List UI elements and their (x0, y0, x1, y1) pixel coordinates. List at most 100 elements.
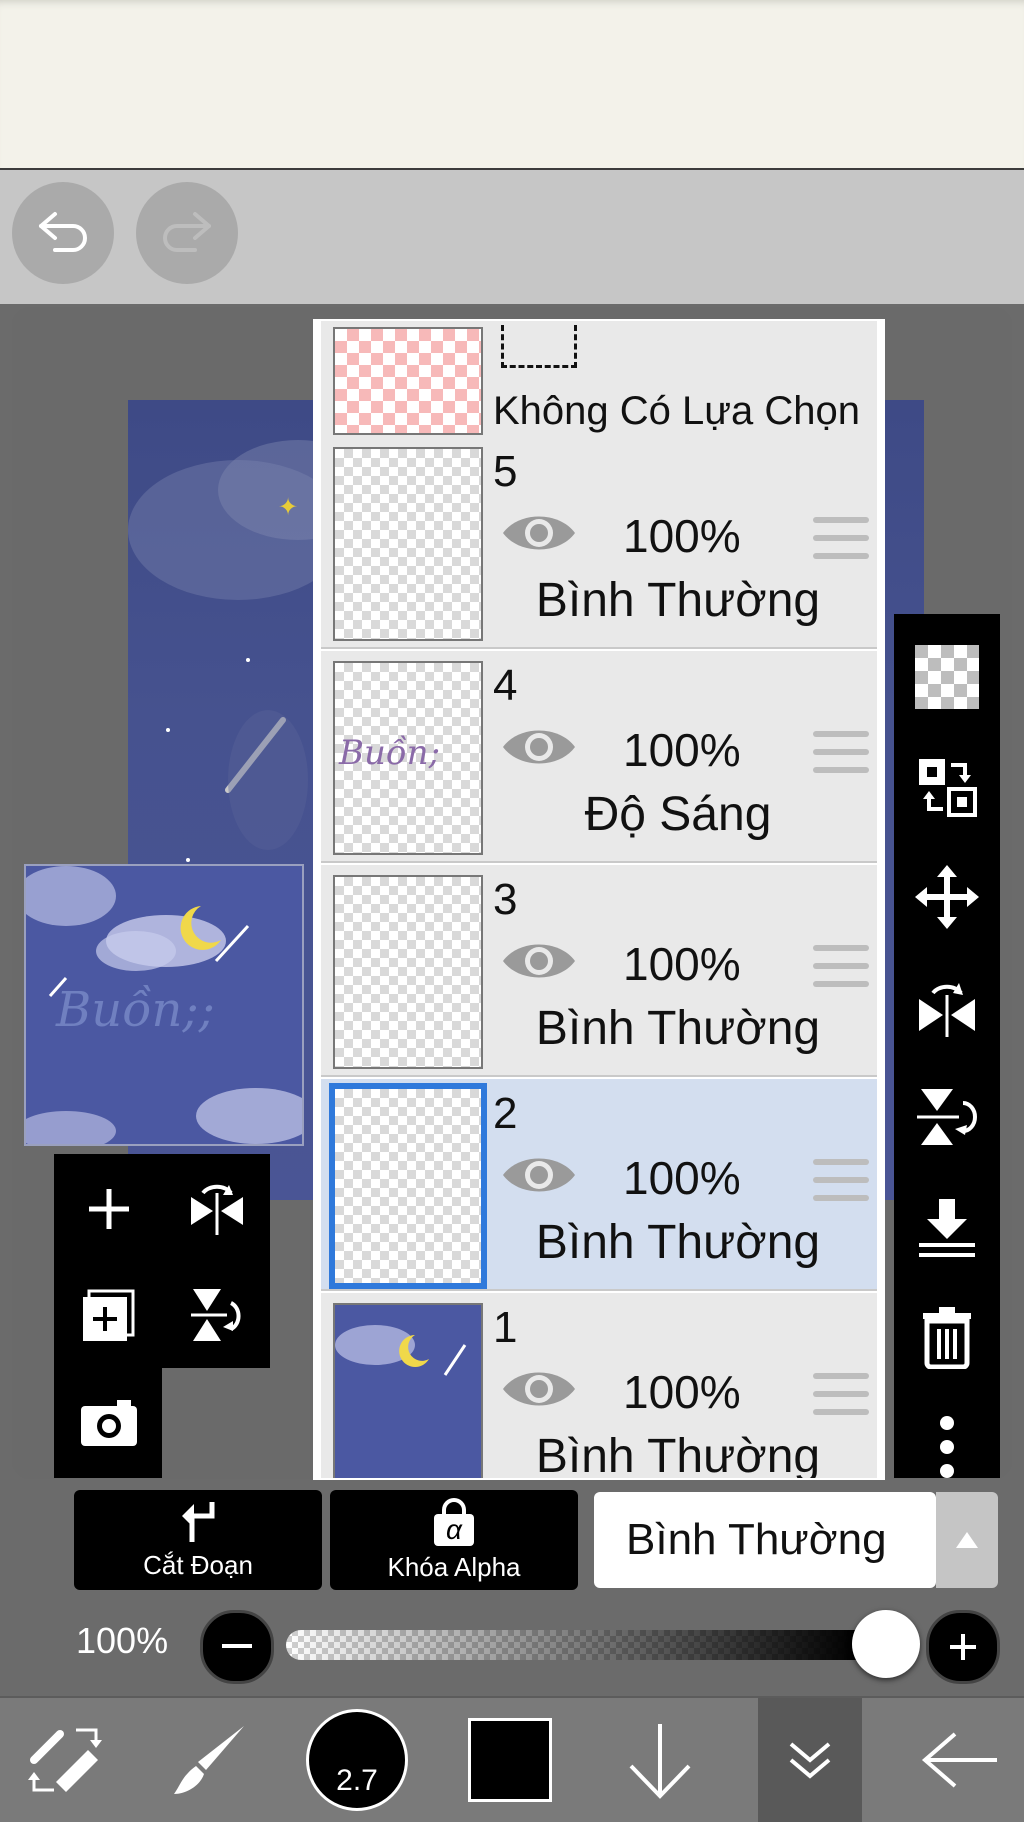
flip-vertical-layer-button[interactable] (164, 1262, 270, 1368)
visibility-eye-icon[interactable] (501, 1365, 577, 1413)
drag-handle-icon[interactable] (813, 515, 869, 563)
flip-vertical-button[interactable] (894, 1062, 1000, 1172)
alpha-lock-label: Khóa Alpha (387, 1551, 521, 1582)
alpha-lock-button[interactable]: α Khóa Alpha (330, 1490, 578, 1590)
swap-layers-button[interactable] (894, 732, 1000, 842)
brush-size-indicator: 2.7 (306, 1709, 408, 1811)
merge-down-icon (919, 1199, 975, 1257)
layer-thumbnail[interactable] (329, 1083, 487, 1289)
visibility-eye-icon[interactable] (501, 937, 577, 985)
preview-text: Buồn;; (55, 982, 215, 1038)
visibility-eye-icon[interactable] (501, 509, 577, 557)
add-layer-button[interactable] (56, 1156, 162, 1262)
layers-menu-button[interactable] (758, 1698, 862, 1822)
layer-opacity: 100% (623, 1152, 741, 1204)
transparent-background-button[interactable] (894, 622, 1000, 732)
layer-number: 2 (493, 1089, 518, 1138)
side-toolbar (894, 614, 1000, 1478)
layer-row[interactable]: 3 100% Bình Thường (321, 865, 877, 1077)
redo-icon (163, 212, 211, 252)
undo-button[interactable] (12, 182, 114, 284)
layer-number: 4 (493, 661, 518, 710)
blend-mode-dropdown-button[interactable] (936, 1492, 998, 1588)
layer-blend-mode: Bình Thường (535, 1430, 821, 1480)
checkerboard-icon (915, 645, 979, 709)
layer-thumbnail[interactable] (333, 1303, 483, 1478)
color-picker-button[interactable] (460, 1698, 560, 1822)
drag-handle-icon[interactable] (813, 1371, 869, 1419)
flip-horizontal-icon (191, 1184, 243, 1235)
layer-down-button[interactable] (610, 1698, 710, 1822)
duplicate-icon (83, 1289, 135, 1341)
preview-image: Buồn;; (26, 866, 302, 1144)
opacity-decrease-button[interactable] (200, 1610, 274, 1684)
layer-blend-mode: Độ Sáng (584, 788, 772, 841)
flip-vertical-icon (191, 1289, 241, 1341)
selection-layer-row[interactable]: Không Có Lựa Chọn (321, 321, 877, 439)
svg-text:✦: ✦ (278, 494, 298, 521)
opacity-increase-button[interactable] (926, 1610, 1000, 1684)
camera-button[interactable] (56, 1370, 162, 1476)
drag-handle-icon[interactable] (813, 1157, 869, 1205)
clipping-icon (182, 1501, 215, 1542)
more-options-button[interactable] (894, 1392, 1000, 1502)
arrow-down-icon (629, 1724, 691, 1799)
selection-label: Không Có Lựa Chọn (493, 389, 861, 433)
delete-layer-button[interactable] (894, 1282, 1000, 1392)
brush-eraser-toggle[interactable] (0, 1698, 132, 1822)
opacity-slider-handle[interactable] (852, 1610, 920, 1678)
brush-icon (174, 1726, 244, 1794)
blend-mode-select[interactable]: Bình Thường (594, 1492, 936, 1588)
layer-thumb-art (335, 1305, 481, 1478)
clipping-label: Cắt Đoạn (143, 1549, 253, 1580)
layer-number: 5 (493, 447, 518, 496)
layer-row[interactable]: 1 100% Bình Thường (321, 1293, 877, 1480)
selection-thumb (333, 327, 483, 435)
arrow-left-icon (921, 1732, 997, 1788)
layer-row[interactable]: 5 100% Bình Thường (321, 437, 877, 649)
layer-blend-mode: Bình Thường (535, 1216, 821, 1269)
layer-blend-mode: Bình Thường (535, 1002, 821, 1055)
redo-button[interactable] (136, 182, 238, 284)
visibility-eye-icon[interactable] (501, 723, 577, 771)
triangle-up-icon (956, 1532, 978, 1548)
flip-horizontal-button[interactable] (894, 952, 1000, 1062)
layer-row[interactable]: Buồn; 4 100% Độ Sáng (321, 651, 877, 863)
chevron-double-down-icon (789, 1742, 831, 1779)
brush-tool-button[interactable] (150, 1698, 270, 1822)
merge-down-button[interactable] (894, 1172, 1000, 1282)
drag-handle-icon[interactable] (813, 729, 869, 777)
clipping-button[interactable]: Cắt Đoạn (74, 1490, 322, 1590)
more-vertical-icon (940, 1416, 954, 1478)
preview-thumbnail[interactable]: Buồn;; (24, 864, 304, 1146)
brush-size-value: 2.7 (336, 1764, 378, 1797)
opacity-slider-track[interactable] (286, 1630, 886, 1660)
minus-icon (222, 1644, 252, 1648)
layer-thumb-text: Buồn; (339, 733, 441, 773)
layer-row[interactable]: 2 100% Bình Thường (321, 1079, 877, 1291)
status-area (0, 0, 1024, 170)
alpha-symbol: α (434, 1513, 474, 1546)
brush-size-button[interactable]: 2.7 (302, 1698, 412, 1822)
layer-blend-mode: Bình Thường (535, 574, 821, 627)
layer-opacity: 100% (623, 938, 741, 990)
brush-eraser-swap-icon (28, 1728, 102, 1792)
visibility-eye-icon[interactable] (501, 1151, 577, 1199)
lock-icon: α (432, 1497, 476, 1546)
selection-marquee-icon (501, 325, 577, 368)
bottom-toolbar: 2.7 (0, 1696, 1024, 1822)
layer-thumbnail[interactable] (333, 447, 483, 641)
back-button[interactable] (906, 1698, 1016, 1822)
move-button[interactable] (894, 842, 1000, 952)
trash-icon (923, 1307, 971, 1369)
camera-icon (81, 1400, 137, 1446)
opacity-value: 100% (76, 1620, 169, 1661)
undo-icon (39, 212, 87, 252)
flip-horizontal-icon (919, 983, 975, 1037)
layer-thumbnail[interactable]: Buồn; (333, 661, 483, 855)
drag-handle-icon[interactable] (813, 943, 869, 991)
flip-horizontal-layer-button[interactable] (164, 1156, 270, 1262)
color-swatch (468, 1718, 552, 1802)
layer-thumbnail[interactable] (333, 875, 483, 1069)
duplicate-layer-button[interactable] (56, 1262, 162, 1368)
